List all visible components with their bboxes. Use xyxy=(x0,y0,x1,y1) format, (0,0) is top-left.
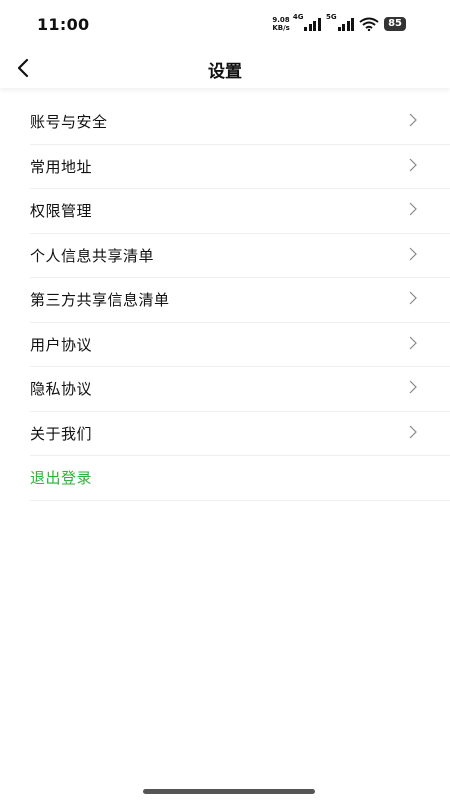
home-indicator[interactable] xyxy=(143,789,315,794)
status-bar: 11:00 9.08 KB/s 4G 5G 85 xyxy=(0,0,450,50)
chevron-right-icon xyxy=(409,202,417,216)
network-tag-5g: 5G xyxy=(325,13,337,21)
status-icons: 9.08 KB/s 4G 5G 85 xyxy=(272,13,406,34)
logout-button[interactable]: 退出登录 xyxy=(30,456,450,501)
chevron-right-icon xyxy=(409,113,417,127)
menu-item-label: 隐私协议 xyxy=(30,380,93,399)
chevron-right-icon xyxy=(409,380,417,394)
chevron-right-icon xyxy=(409,158,417,171)
menu-item-user-agreement[interactable]: 用户协议 xyxy=(30,323,450,367)
menu-item-label: 权限管理 xyxy=(30,202,93,221)
menu-item-about-us[interactable]: 关于我们 xyxy=(30,412,450,456)
menu-item-label: 个人信息共享清单 xyxy=(30,246,155,265)
menu-item-third-party-sharing[interactable]: 第三方共享信息清单 xyxy=(30,278,450,323)
menu-item-privacy-agreement[interactable]: 隐私协议 xyxy=(30,367,450,412)
page-title: 设置 xyxy=(208,62,242,82)
chevron-right-icon xyxy=(409,336,417,349)
network-speed-value: 9.08 xyxy=(272,16,290,24)
menu-item-label: 关于我们 xyxy=(30,424,93,443)
network-speed: 9.08 KB/s xyxy=(272,16,289,32)
chevron-right-icon xyxy=(409,425,417,438)
menu-item-account-security[interactable]: 账号与安全 xyxy=(30,100,450,145)
battery-indicator: 85 xyxy=(384,17,406,31)
settings-menu: 账号与安全 常用地址 权限管理 个人信息共享清单 第三方共享信息清单 用户协议 … xyxy=(30,100,450,501)
network-speed-unit: KB/s xyxy=(272,24,290,32)
network-tag-4g: 4G xyxy=(292,13,304,21)
signal-icon-2 xyxy=(337,17,355,31)
menu-item-label: 第三方共享信息清单 xyxy=(30,291,170,310)
menu-item-common-address[interactable]: 常用地址 xyxy=(30,145,450,189)
chevron-right-icon xyxy=(409,247,417,260)
chevron-right-icon xyxy=(409,291,417,305)
status-time: 11:00 xyxy=(37,15,90,34)
menu-item-label: 常用地址 xyxy=(30,157,93,176)
wifi-icon xyxy=(359,17,379,31)
logout-label: 退出登录 xyxy=(30,469,93,488)
menu-item-permission-management[interactable]: 权限管理 xyxy=(30,189,450,234)
menu-item-label: 账号与安全 xyxy=(30,113,108,132)
menu-item-label: 用户协议 xyxy=(30,335,93,354)
menu-item-personal-info-sharing[interactable]: 个人信息共享清单 xyxy=(30,234,450,278)
navigation-bar: 设置 xyxy=(0,48,450,88)
signal-icon xyxy=(304,17,321,31)
